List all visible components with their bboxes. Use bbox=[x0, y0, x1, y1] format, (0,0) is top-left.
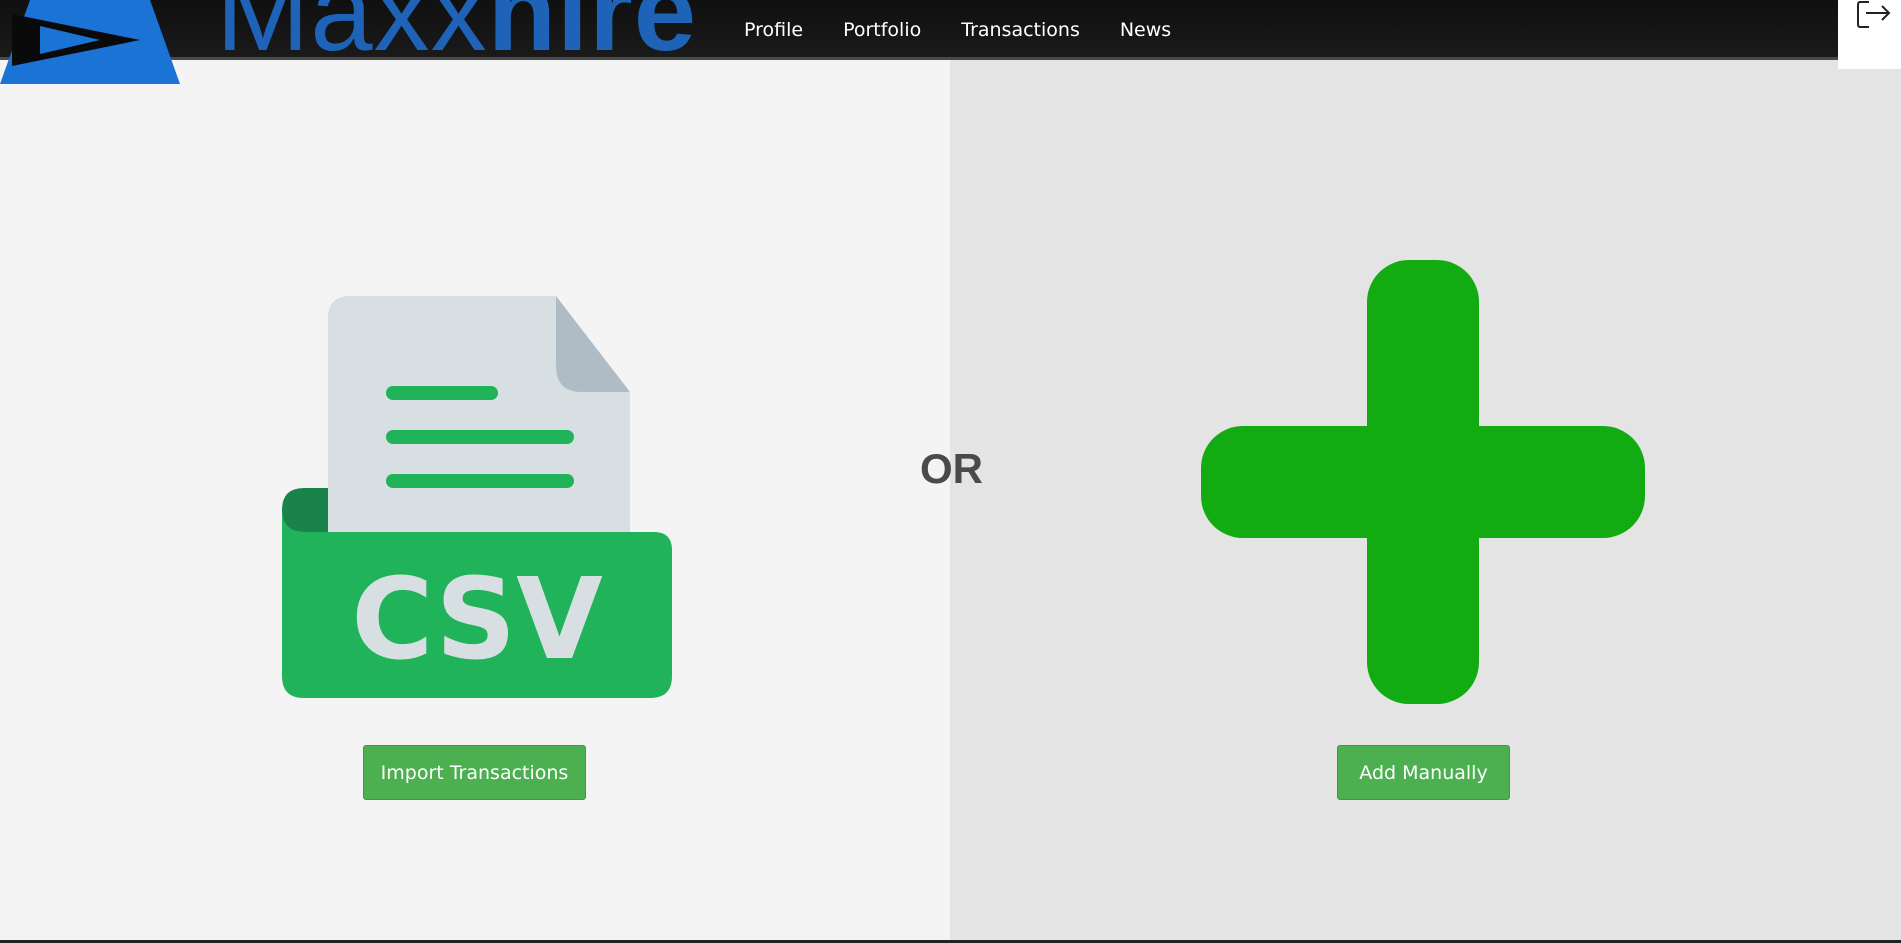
brand-logo[interactable]: Maxxhire bbox=[0, 0, 730, 85]
add-manually-button[interactable]: Add Manually bbox=[1337, 745, 1510, 800]
nav-links: Profile Portfolio Transactions News bbox=[744, 0, 1171, 60]
plus-icon[interactable] bbox=[1201, 260, 1645, 704]
logo-text-regular: Maxx bbox=[216, 0, 488, 74]
logout-icon bbox=[1857, 0, 1891, 28]
csv-icon-text: CSV bbox=[351, 555, 603, 685]
nav-item-profile[interactable]: Profile bbox=[744, 19, 803, 41]
nav-item-portfolio[interactable]: Portfolio bbox=[843, 19, 921, 41]
nav-item-transactions[interactable]: Transactions bbox=[961, 19, 1080, 41]
or-separator: OR bbox=[920, 445, 983, 492]
logo-text-bold: hire bbox=[487, 0, 697, 74]
logo-triangle-icon bbox=[0, 0, 180, 84]
nav-item-news[interactable]: News bbox=[1120, 19, 1171, 41]
csv-file-icon[interactable]: CSV bbox=[282, 296, 672, 698]
logout-button[interactable] bbox=[1838, 0, 1901, 69]
import-transactions-button[interactable]: Import Transactions bbox=[363, 745, 586, 800]
